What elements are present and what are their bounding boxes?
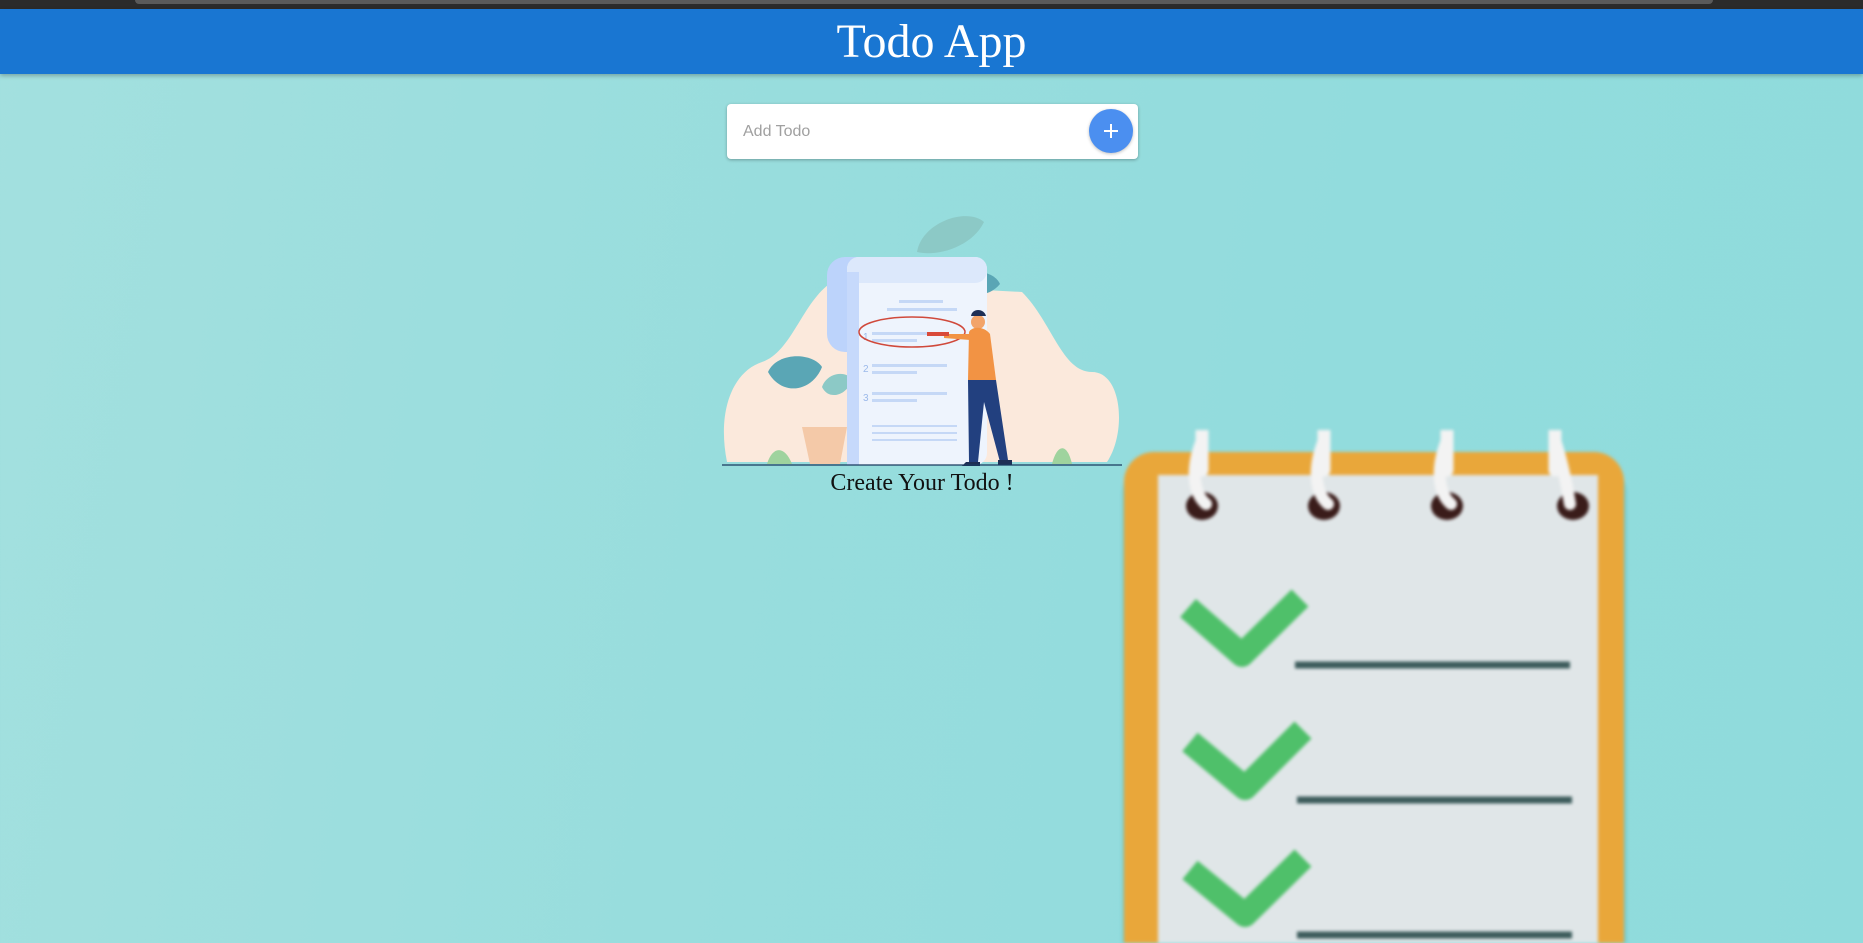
svg-text:3: 3	[863, 393, 869, 404]
add-todo-button[interactable]	[1089, 109, 1133, 153]
app-bar: Todo App	[0, 9, 1863, 74]
add-todo-card	[727, 104, 1138, 159]
browser-tab-edge	[135, 0, 1713, 4]
plus-icon	[1089, 109, 1133, 153]
app-title: Todo App	[836, 15, 1027, 68]
browser-top-strip	[0, 0, 1863, 9]
svg-text:1: 1	[863, 332, 869, 343]
empty-state-illustration: 1 2 3	[722, 212, 1122, 467]
empty-state-message: Create Your Todo !	[830, 470, 1014, 496]
svg-text:2: 2	[863, 364, 869, 375]
notepad-background-graphic	[1110, 415, 1630, 943]
add-todo-input[interactable]	[741, 116, 1085, 148]
